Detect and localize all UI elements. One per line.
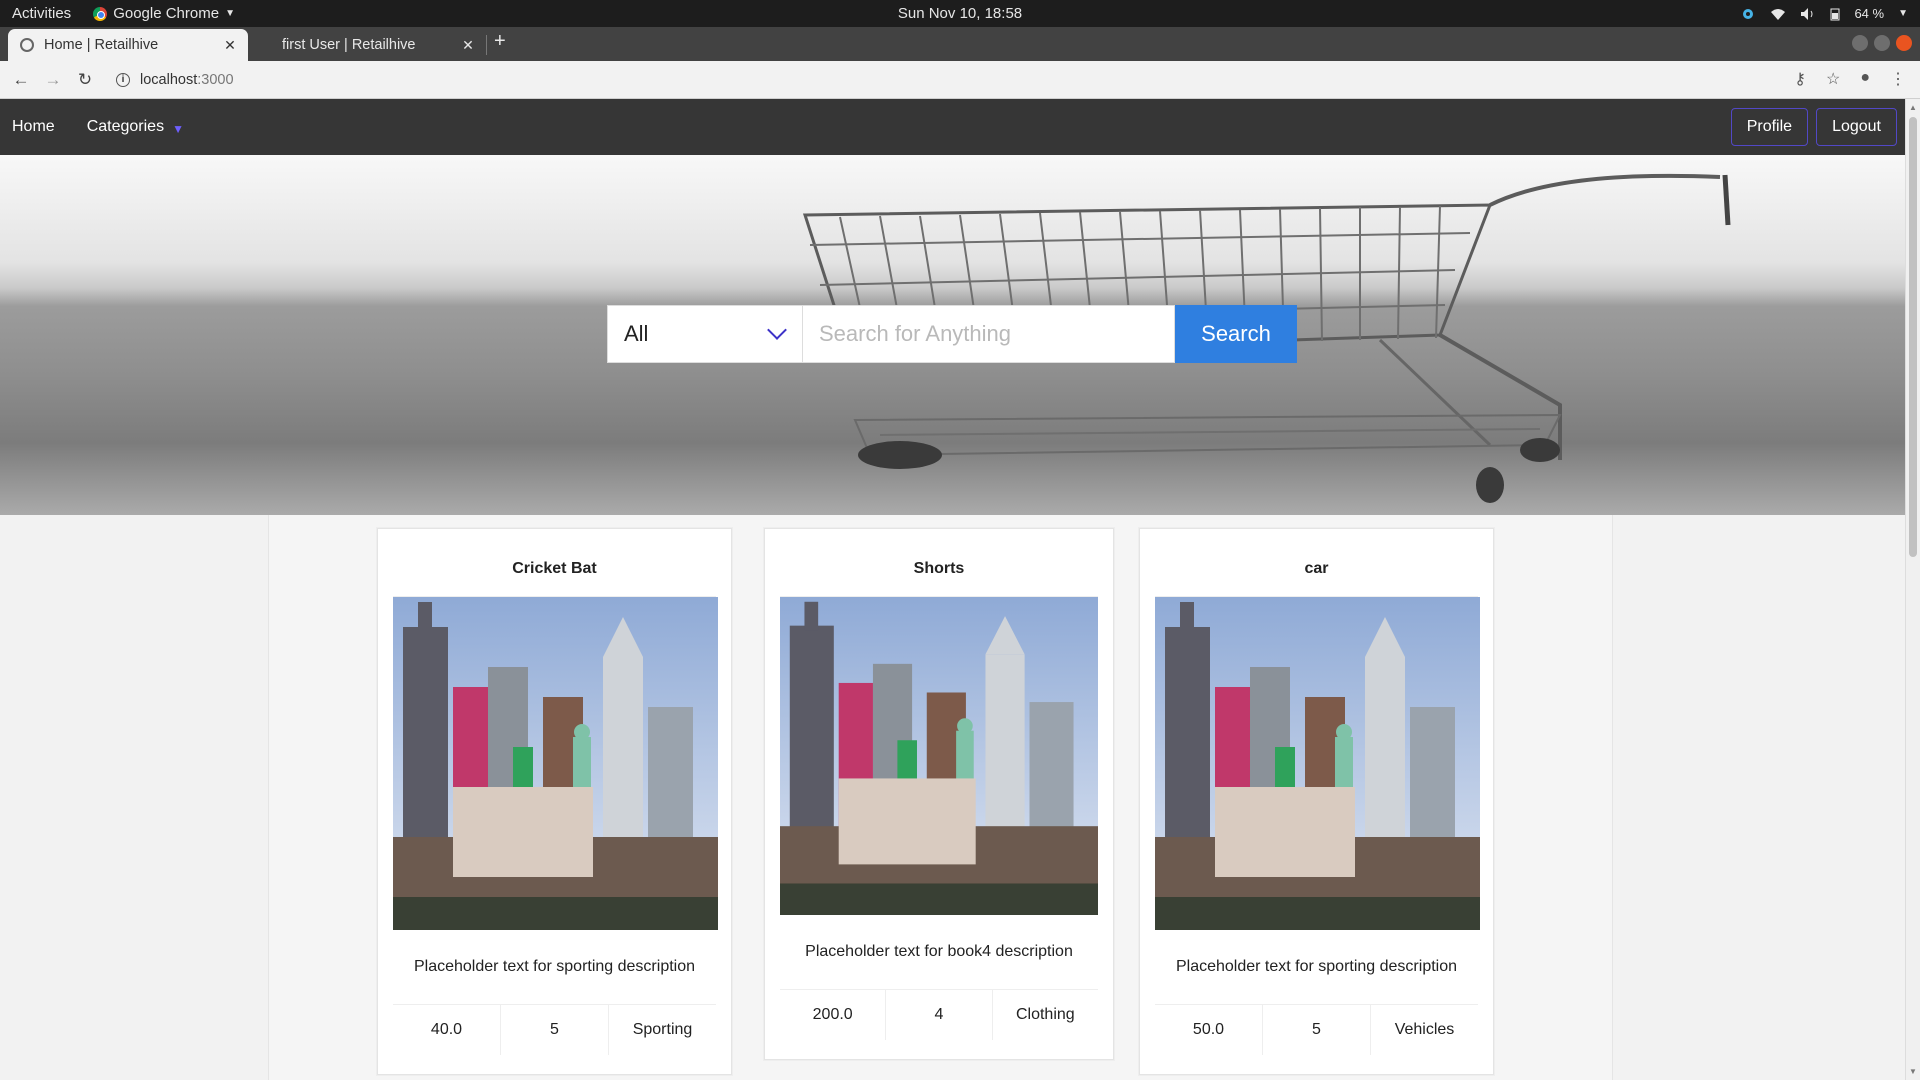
url-host: localhost xyxy=(140,71,198,88)
nav-home-link[interactable]: Home xyxy=(12,118,55,136)
product-price: 50.0 xyxy=(1155,1005,1263,1055)
page-scrollbar[interactable]: ▲ ▼ xyxy=(1905,99,1920,1080)
activities-button[interactable]: Activities xyxy=(12,5,71,22)
tab-divider xyxy=(486,35,487,55)
url-port: :3000 xyxy=(197,71,234,88)
battery-icon xyxy=(1830,8,1840,20)
close-tab-icon[interactable]: ✕ xyxy=(222,37,238,54)
search-input[interactable] xyxy=(803,305,1175,363)
tab-title: first User | Retailhive xyxy=(282,37,416,53)
product-description: Placeholder text for book4 description xyxy=(780,915,1098,990)
app-menu[interactable]: Google Chrome ▼ xyxy=(93,5,235,22)
product-description: Placeholder text for sporting descriptio… xyxy=(393,930,716,1005)
product-meta: 50.0 5 Vehicles xyxy=(1155,1005,1478,1055)
minimize-button[interactable] xyxy=(1852,35,1868,51)
category-select-value: All xyxy=(624,321,649,346)
window-controls xyxy=(1852,35,1912,51)
info-icon[interactable]: i xyxy=(116,72,130,87)
forward-arrow-icon[interactable]: → xyxy=(42,70,64,90)
chevron-down-icon: ▼ xyxy=(172,121,184,136)
account-icon[interactable]: ● xyxy=(1860,69,1870,89)
product-grid: Cricket Bat Placeholder text for sportin… xyxy=(268,515,1613,1080)
menu-dots-icon[interactable]: ⋮ xyxy=(1890,69,1906,89)
product-card[interactable]: Shorts Placeholder text for book4 descri… xyxy=(764,528,1114,1060)
logout-button[interactable]: Logout xyxy=(1816,108,1897,146)
product-quantity: 5 xyxy=(1263,1005,1371,1055)
scrollbar-thumb[interactable] xyxy=(1909,117,1917,557)
volume-icon xyxy=(1801,7,1813,20)
new-tab-button[interactable]: + xyxy=(494,30,506,53)
product-quantity: 5 xyxy=(501,1005,609,1055)
product-category: Sporting xyxy=(632,1021,693,1038)
product-title[interactable]: Cricket Bat xyxy=(393,541,716,597)
product-price: 200.0 xyxy=(780,990,887,1040)
tab-first-user[interactable]: first User | Retailhive ✕ xyxy=(266,29,486,61)
star-icon[interactable]: ☆ xyxy=(1826,69,1840,89)
product-meta: 40.0 5 Sporting xyxy=(393,1005,716,1055)
nav-categories-label: Categories xyxy=(86,118,165,135)
close-window-button[interactable] xyxy=(1896,35,1912,51)
wifi-icon xyxy=(1771,8,1786,20)
tab-home[interactable]: Home | Retailhive ✕ xyxy=(8,29,248,61)
product-quantity: 4 xyxy=(886,990,993,1040)
address-bar[interactable]: i localhost:3000 xyxy=(116,72,234,88)
close-tab-icon[interactable]: ✕ xyxy=(460,37,476,54)
tab-title: Home | Retailhive xyxy=(44,37,159,53)
browser-toolbar: ← → ↻ i localhost:3000 ⚷ ☆ ● ⋮ xyxy=(0,61,1920,99)
weather-icon xyxy=(1743,8,1754,19)
scroll-down-arrow-icon[interactable]: ▼ xyxy=(1909,1067,1917,1076)
product-card[interactable]: car Placeholder text for sporting descri… xyxy=(1139,528,1494,1075)
product-image[interactable] xyxy=(1155,597,1480,930)
product-image[interactable] xyxy=(393,597,718,930)
system-tray[interactable]: 64 % ▼ xyxy=(1740,6,1908,21)
os-top-bar: Activities Google Chrome ▼ Sun Nov 10, 1… xyxy=(0,0,1920,27)
clock[interactable]: Sun Nov 10, 18:58 xyxy=(898,5,1022,22)
category-select[interactable]: All xyxy=(607,305,803,363)
app-menu-label: Google Chrome xyxy=(113,5,220,22)
battery-percent: 64 % xyxy=(1854,6,1885,21)
chevron-down-icon xyxy=(767,320,787,340)
profile-button[interactable]: Profile xyxy=(1730,108,1809,146)
app-navbar: Home Categories ▼ Profile Logout xyxy=(0,99,1905,155)
back-arrow-icon[interactable]: ← xyxy=(10,70,32,90)
product-card[interactable]: Cricket Bat Placeholder text for sportin… xyxy=(377,528,732,1075)
search-bar: All Search xyxy=(607,305,1297,363)
chrome-icon xyxy=(93,6,108,21)
product-title[interactable]: car xyxy=(1155,541,1478,597)
search-button[interactable]: Search xyxy=(1175,305,1297,363)
globe-icon xyxy=(20,38,34,52)
product-category: Clothing xyxy=(1015,1006,1075,1023)
product-description: Placeholder text for sporting descriptio… xyxy=(1155,930,1478,1005)
maximize-button[interactable] xyxy=(1874,35,1890,51)
product-title[interactable]: Shorts xyxy=(780,541,1098,597)
product-category: Vehicles xyxy=(1394,1021,1455,1038)
reload-icon[interactable]: ↻ xyxy=(74,70,96,90)
tab-strip: Home | Retailhive ✕ first User | Retailh… xyxy=(0,27,1920,61)
hero-banner: All Search xyxy=(0,155,1905,515)
scroll-up-arrow-icon[interactable]: ▲ xyxy=(1909,103,1917,112)
nav-categories-dropdown[interactable]: Categories ▼ xyxy=(87,118,184,136)
key-icon[interactable]: ⚷ xyxy=(1794,69,1806,89)
product-image[interactable] xyxy=(780,597,1098,915)
caret-down-icon: ▼ xyxy=(225,8,235,19)
caret-down-icon: ▼ xyxy=(1898,8,1908,19)
product-price: 40.0 xyxy=(393,1005,501,1055)
product-meta: 200.0 4 Clothing xyxy=(780,990,1098,1040)
